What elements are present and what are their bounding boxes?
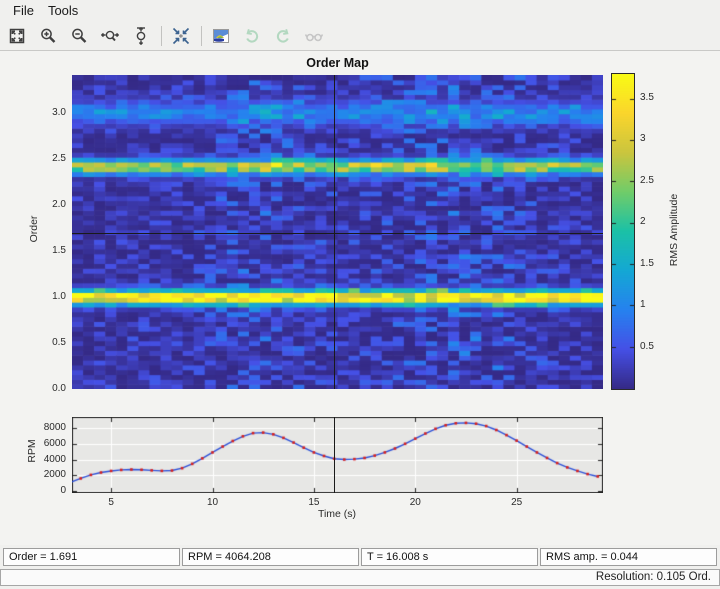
tick-label: 2.5 xyxy=(52,152,66,164)
restore-view-icon[interactable] xyxy=(168,24,194,48)
menu-tools[interactable]: Tools xyxy=(43,1,83,20)
tick-label: 2000 xyxy=(43,469,66,481)
status-order: Order = 1.691 xyxy=(3,548,180,566)
toolbar xyxy=(0,21,720,51)
order-map-heatmap[interactable] xyxy=(72,75,603,389)
crosshair-vertical-line[interactable] xyxy=(334,75,335,389)
tick-label: 3.0 xyxy=(52,106,66,118)
zoom-in-y-icon[interactable] xyxy=(128,24,154,48)
zoom-in-x-icon[interactable] xyxy=(97,24,123,48)
tick-label: 1.5 xyxy=(640,257,654,269)
tick-label: 2.0 xyxy=(52,198,66,210)
resolution-text: Resolution: 0.105 Ord. xyxy=(595,571,711,583)
tick-label: 0.5 xyxy=(52,336,66,348)
tick-label: 2 xyxy=(640,216,646,228)
tick-label: 6000 xyxy=(43,437,66,449)
rpm-crosshair-vertical-line[interactable] xyxy=(334,417,335,493)
tick-label: 1.0 xyxy=(52,290,66,302)
tick-label: 3 xyxy=(640,133,646,145)
tick-label: 0 xyxy=(60,485,66,497)
menu-file[interactable]: File xyxy=(8,1,39,20)
figure-window: File Tools Order Map Order RMS Amplitude… xyxy=(0,0,720,589)
tick-label: 1.5 xyxy=(52,244,66,256)
tick-label: 5 xyxy=(108,497,114,508)
plot-title: Order Map xyxy=(306,56,369,70)
zoom-out-icon[interactable] xyxy=(66,24,92,48)
status-rms: RMS amp. = 0.044 xyxy=(540,548,717,566)
fit-to-window-icon[interactable] xyxy=(4,24,30,48)
menu-bar: File Tools xyxy=(0,0,720,21)
tick-label: 0.0 xyxy=(52,383,66,394)
colorbar-label: RMS Amplitude xyxy=(668,193,680,267)
undo-icon xyxy=(239,24,265,48)
colorbar[interactable] xyxy=(611,73,635,390)
tick-label: 15 xyxy=(308,497,320,508)
tick-label: 1 xyxy=(640,299,646,311)
crosshair-horizontal-line[interactable] xyxy=(72,233,603,234)
rpm-plot[interactable] xyxy=(72,417,603,493)
tick-label: 10 xyxy=(206,497,219,508)
hide-annotations-icon xyxy=(301,24,327,48)
tick-label: 20 xyxy=(409,497,421,508)
zoom-in-icon[interactable] xyxy=(35,24,61,48)
status-rpm: RPM = 4064.208 xyxy=(182,548,359,566)
colormap-surface-icon[interactable] xyxy=(208,24,234,48)
tick-label: 3.5 xyxy=(640,91,654,103)
tick-label: 8000 xyxy=(43,422,66,434)
tick-label: 2.5 xyxy=(640,174,654,186)
resolution-bar: Resolution: 0.105 Ord. xyxy=(0,569,720,586)
toolbar-separator xyxy=(201,25,202,46)
rpm-axis-label: RPM xyxy=(26,439,38,463)
status-time: T = 16.008 s xyxy=(361,548,538,566)
tick-label: 25 xyxy=(511,497,523,508)
tick-label: 4000 xyxy=(43,453,66,465)
tick-label: 0.5 xyxy=(640,340,654,352)
status-bar: Order = 1.691 RPM = 4064.208 T = 16.008 … xyxy=(3,548,717,566)
figure-canvas: Order Map Order RMS Amplitude RPM Time (… xyxy=(0,51,720,545)
time-axis-label: Time (s) xyxy=(317,508,357,520)
toolbar-separator xyxy=(161,25,162,46)
redo-icon xyxy=(270,24,296,48)
